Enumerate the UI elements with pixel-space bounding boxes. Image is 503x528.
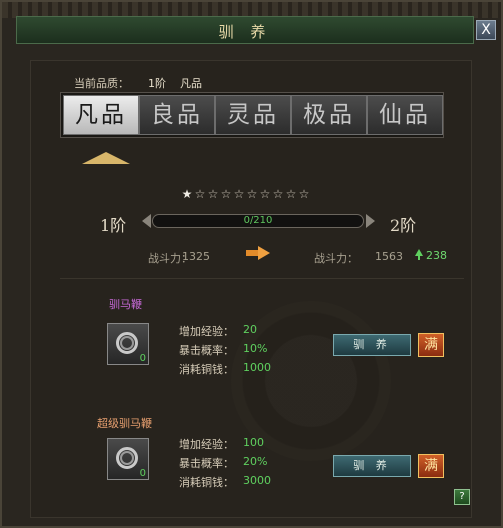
stat-value: 10% xyxy=(243,342,268,355)
star-empty-icon: ☆ xyxy=(233,187,246,201)
max-button[interactable]: 满 xyxy=(418,333,444,357)
next-level: 2阶 xyxy=(390,216,417,235)
selected-tab-indicator xyxy=(82,152,130,164)
star-empty-icon: ☆ xyxy=(207,187,220,201)
super-whip-slot[interactable]: 0 xyxy=(107,438,149,480)
progress-bar: 0/210 xyxy=(152,214,364,228)
power-increase: 238 xyxy=(426,249,447,262)
star-empty-icon: ☆ xyxy=(259,187,272,201)
star-empty-icon: ☆ xyxy=(220,187,233,201)
star-rating: ★☆☆☆☆☆☆☆☆☆ xyxy=(181,187,341,201)
item-name-super-whip: 超级驯马鞭 xyxy=(97,417,152,430)
tab-jipin[interactable]: 极品 xyxy=(291,95,367,135)
stat-value: 20% xyxy=(243,455,268,468)
whip-slot[interactable]: 0 xyxy=(107,323,149,365)
tab-lingpin[interactable]: 灵品 xyxy=(215,95,291,135)
power-current: 1325 xyxy=(182,250,210,263)
max-button[interactable]: 满 xyxy=(418,454,444,478)
train-window: 驯 养 X 当前品质： 1阶 凡品 凡品 良品 灵品 极品 仙品 ★☆☆☆☆☆☆… xyxy=(0,0,503,528)
quality-label: 当前品质： xyxy=(74,77,129,90)
tab-fanpin[interactable]: 凡品 xyxy=(63,95,139,135)
quality-name: 凡品 xyxy=(180,77,202,90)
stat-label: 增加经验： xyxy=(179,325,234,338)
stat-value: 20 xyxy=(243,323,257,336)
stat-value: 3000 xyxy=(243,474,271,487)
arrow-left-icon xyxy=(142,214,151,228)
stat-label: 暴击概率： xyxy=(179,457,234,470)
quality-level: 1阶 xyxy=(148,77,166,90)
star-empty-icon: ☆ xyxy=(285,187,298,201)
divider xyxy=(60,278,464,279)
window-title: 驯 养 xyxy=(218,23,272,41)
item-count: 0 xyxy=(139,468,146,479)
help-button[interactable]: ? xyxy=(454,489,470,505)
tab-liangpin[interactable]: 良品 xyxy=(139,95,215,135)
item-name-whip: 驯马鞭 xyxy=(109,298,142,311)
title-bar[interactable]: 驯 养 xyxy=(16,16,474,44)
stat-label: 增加经验： xyxy=(179,438,234,451)
stat-value: 100 xyxy=(243,436,264,449)
star-empty-icon: ☆ xyxy=(272,187,285,201)
upgrade-arrow-icon xyxy=(246,246,272,260)
current-level: 1阶 xyxy=(100,216,127,235)
stat-label: 消耗铜钱： xyxy=(179,363,234,376)
power-label-next: 战斗力： xyxy=(314,252,358,265)
progress-text: 0/210 xyxy=(243,215,273,226)
star-empty-icon: ☆ xyxy=(246,187,259,201)
close-button[interactable]: X xyxy=(476,20,496,40)
train-button[interactable]: 驯 养 xyxy=(333,455,411,477)
tab-xianpin[interactable]: 仙品 xyxy=(367,95,443,135)
item-count: 0 xyxy=(139,353,146,364)
star-filled-icon: ★ xyxy=(181,187,194,201)
power-next: 1563 xyxy=(375,250,403,263)
star-empty-icon: ☆ xyxy=(194,187,207,201)
stat-label: 暴击概率： xyxy=(179,344,234,357)
stat-label: 消耗铜钱： xyxy=(179,476,234,489)
arrow-right-icon xyxy=(366,214,375,228)
stat-value: 1000 xyxy=(243,361,271,374)
star-empty-icon: ☆ xyxy=(298,187,311,201)
train-button[interactable]: 驯 养 xyxy=(333,334,411,356)
